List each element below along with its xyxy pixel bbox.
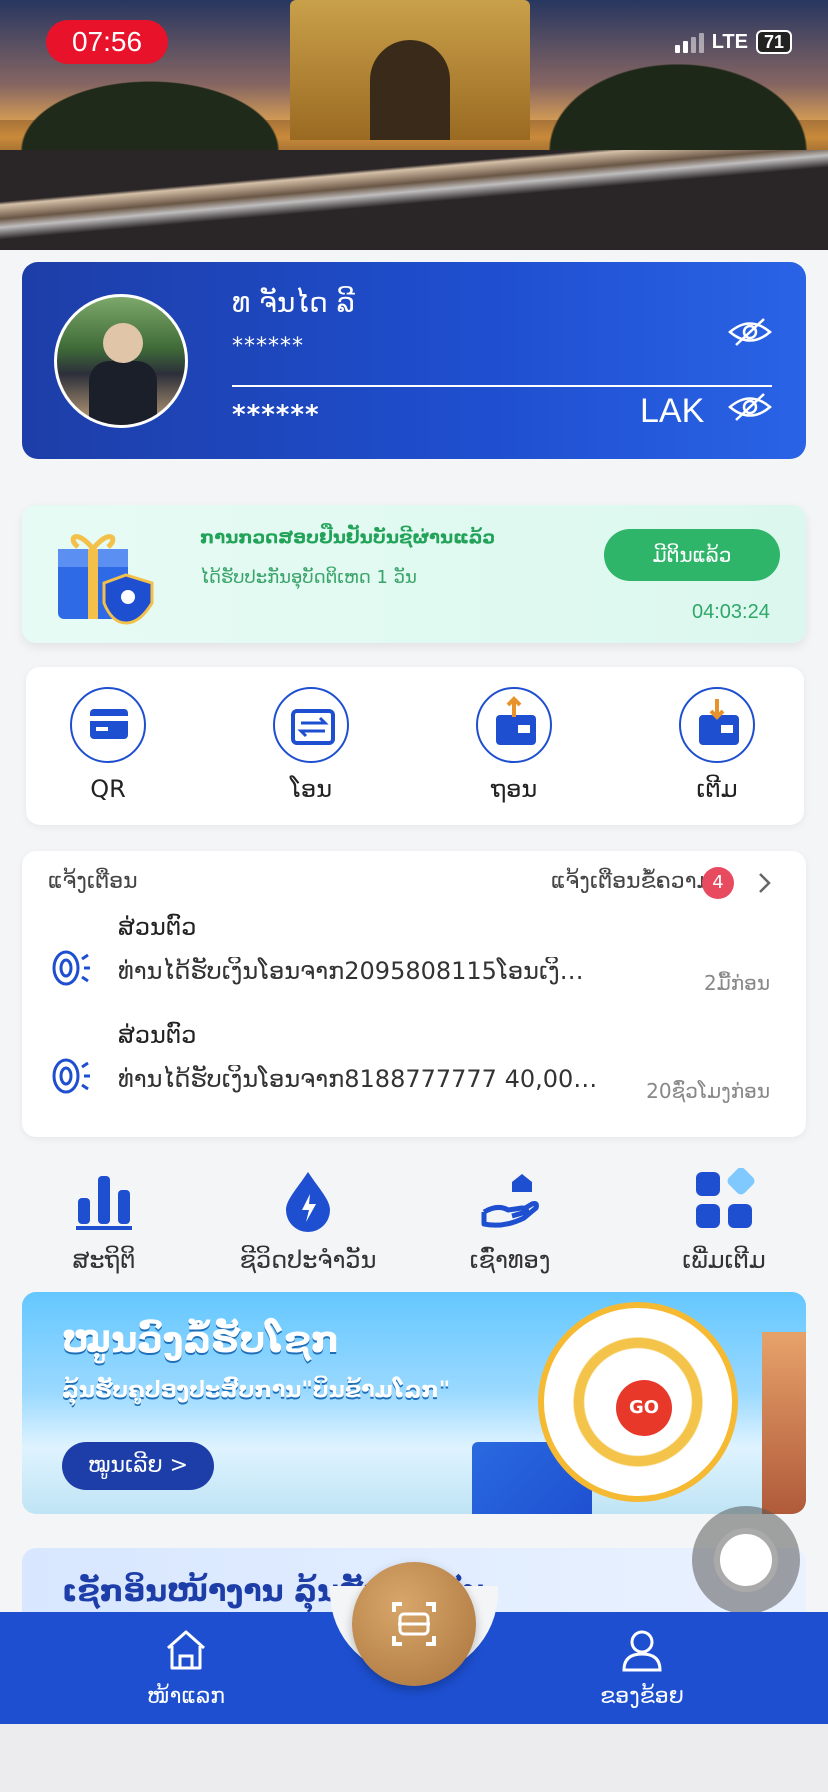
qr-card-icon [90, 709, 128, 739]
nav-me-label: ຂອງຂ້ອຍ [600, 1684, 684, 1709]
notification-body: ທ່ານໄດ້ຮັບເງິນໂອນຈາກ2095808115ໂອນເງິນ 39… [118, 957, 598, 985]
status-time: 07:56 [46, 20, 168, 64]
qr-action[interactable]: QR [48, 687, 168, 803]
banner-title: ໝູນວົງລໍ້ຮັບໂຊກ [62, 1320, 340, 1361]
notification-title: ສ່ວນຕົວ [118, 1021, 197, 1049]
quick-actions: QR ໂອນ ຖອນ ເຕີມ [26, 667, 804, 825]
assistive-touch-button[interactable] [692, 1506, 828, 1614]
trees-right [528, 50, 828, 150]
lucky-wheel-banner[interactable]: ໝູນວົງລໍ້ຮັບໂຊກ ລຸ້ນຮັບຄູປອງປະສົບການ"ບິນ… [22, 1292, 806, 1514]
network-type: LTE [711, 30, 748, 53]
transfer-action[interactable]: ໂອນ [251, 687, 371, 803]
account-name: ທ ຈັນໄດ ລີ [232, 286, 355, 319]
withdraw-icon [496, 696, 536, 745]
more-service[interactable]: ເພີ່ມເຕີມ [634, 1167, 814, 1274]
more-apps-icon [696, 1167, 755, 1228]
chevron-right-icon[interactable] [754, 871, 774, 895]
notification-time: 2ມື້ກ່ອນ [704, 971, 770, 995]
notification-time: 20ຊົ່ວໂມງກ່ອນ [646, 1079, 770, 1103]
account-card[interactable]: ທ ຈັນໄດ ລີ ****** ****** LAK [22, 262, 806, 459]
more-label: ເພີ່ມເຕີມ [682, 1246, 766, 1274]
verification-card[interactable]: ການກວດສອບຢືນຢັນບັນຊີຜ່ານແລ້ວ ໄດ້ຮັບປະກັນ… [22, 505, 806, 643]
account-number-masked: ****** [232, 334, 304, 359]
gift-shield-icon [58, 534, 154, 625]
unread-badge: 4 [702, 867, 734, 899]
notification-item[interactable]: ສ່ວນຕົວ ທ່ານໄດ້ຮັບເງິນໂອນຈາກ2095808115ໂອ… [22, 911, 806, 1015]
wheel-go-button[interactable]: GO [616, 1380, 672, 1436]
speaker-icon [52, 950, 90, 986]
gold-lease-icon [481, 1174, 539, 1228]
notification-title: ສ່ວນຕົວ [118, 913, 197, 941]
prize-wheel[interactable]: GO [538, 1302, 738, 1502]
transfer-label: ໂອນ [289, 775, 333, 803]
home-icon [167, 1630, 205, 1670]
banner-subtitle: ລຸ້ນຮັບຄູປອງປະສົບການ"ບິນຂ້າມໂລກ" [62, 1378, 451, 1403]
battery-icon: 71 [756, 30, 792, 54]
scan-icon [392, 1602, 436, 1646]
status-indicators: LTE 71 [674, 30, 792, 54]
claimed-button[interactable]: ມີຕິນແລ້ວ [604, 529, 780, 581]
eye-hidden-icon[interactable] [728, 392, 772, 422]
eye-hidden-icon[interactable] [728, 317, 772, 347]
notifications-more-link[interactable]: ແຈ້ງເຕືອນຂໍ້ຄວາມ [551, 869, 712, 894]
withdraw-label: ຖອນ [490, 775, 538, 803]
statistics-service[interactable]: ສະຖິຕິ [14, 1168, 194, 1274]
home-indicator-area [0, 1724, 828, 1792]
notification-item[interactable]: ສ່ວນຕົວ ທ່ານໄດ້ຮັບເງິນໂອນຈາກ8188777777 4… [22, 1019, 806, 1123]
countdown-timer: 04:03:24 [692, 601, 770, 623]
transfer-icon [291, 709, 335, 745]
statistics-label: ສະຖິຕິ [72, 1246, 136, 1274]
road-light-trails [0, 150, 828, 250]
nav-home[interactable]: ໜ້າແລກ [86, 1612, 286, 1724]
trees-left [0, 70, 300, 150]
spin-now-button[interactable]: ໝູນເລີຍ > [62, 1442, 214, 1490]
speaker-icon [52, 1058, 90, 1094]
nav-home-label: ໜ້າແລກ [147, 1684, 225, 1709]
topup-action[interactable]: ເຕີມ [657, 687, 777, 803]
notifications-panel: ແຈ້ງເຕືອນ ແຈ້ງເຕືອນຂໍ້ຄວາມ 4 ສ່ວນຕົວ ທ່າ… [22, 851, 806, 1137]
signal-icon [674, 31, 704, 53]
gold-lease-label: ເຊົ່າທອງ [469, 1246, 551, 1274]
monument [290, 0, 530, 140]
daily-life-icon [286, 1172, 330, 1232]
balance-masked: ****** [232, 400, 320, 430]
cinema-building-image [762, 1332, 806, 1514]
avatar[interactable] [54, 294, 188, 428]
notification-body: ທ່ານໄດ້ຮັບເງິນໂອນຈາກ8188777777 40,000 ..… [118, 1065, 598, 1093]
statistics-icon [76, 1176, 132, 1230]
divider [232, 385, 772, 387]
verification-title: ການກວດສອບຢືນຢັນບັນຊີຜ່ານແລ້ວ [200, 527, 496, 548]
topup-label: ເຕີມ [696, 775, 738, 803]
nav-me[interactable]: ຂອງຂ້ອຍ [542, 1612, 742, 1724]
notifications-header: ແຈ້ງເຕືອນ [48, 869, 138, 894]
daily-life-label: ຊີວິດປະຈໍາວັນ [239, 1246, 377, 1274]
scan-button[interactable] [352, 1562, 476, 1686]
gold-lease-service[interactable]: ເຊົ່າທອງ [420, 1168, 600, 1274]
verification-subtitle: ໄດ້ຮັບປະກັນອຸບັດຕິເຫດ 1 ວັນ [200, 567, 417, 588]
currency-label: LAK [640, 392, 705, 430]
qr-label: QR [90, 775, 126, 803]
daily-life-service[interactable]: ຊີວິດປະຈໍາວັນ [218, 1168, 398, 1274]
user-icon [622, 1630, 662, 1672]
topup-icon [699, 699, 739, 745]
withdraw-action[interactable]: ຖອນ [454, 687, 574, 803]
